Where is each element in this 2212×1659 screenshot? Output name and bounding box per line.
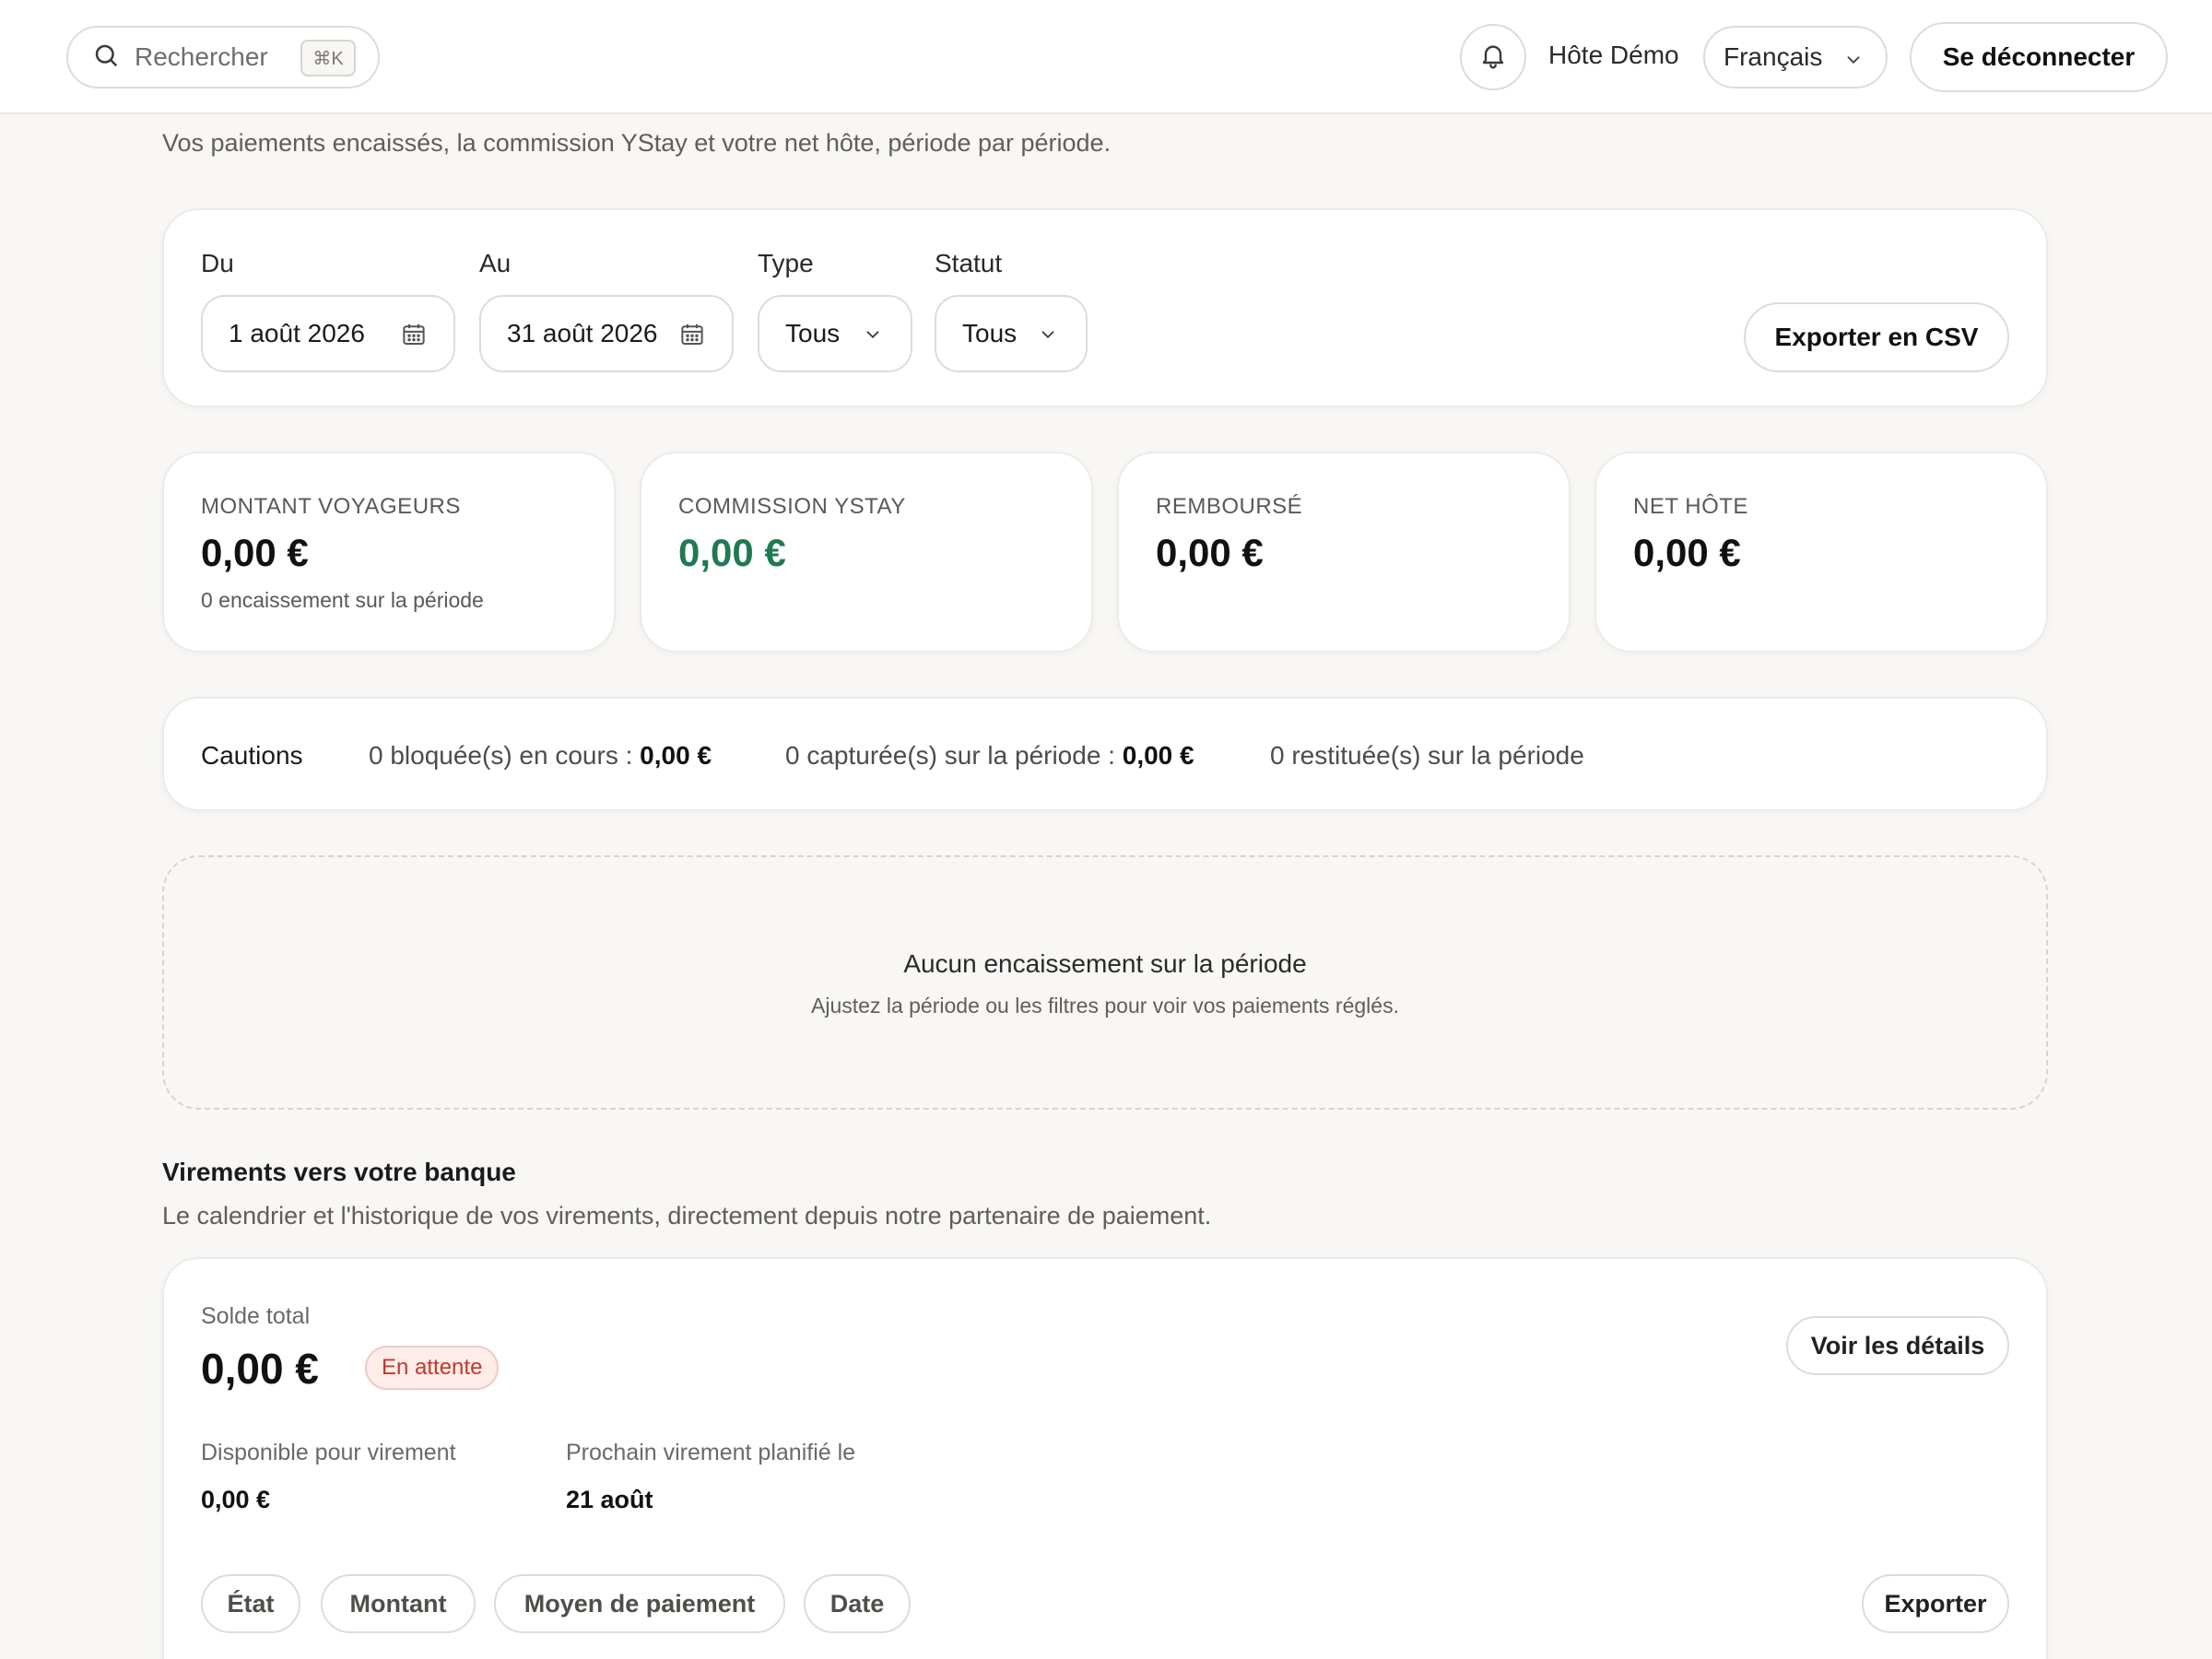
search-shortcut-badge: ⌘K: [300, 40, 356, 76]
balance-label: Solde total: [201, 1303, 311, 1329]
to-label: Au: [479, 249, 512, 277]
stat-card-refunded: REMBOURSÉ 0,00 €: [1117, 452, 1571, 653]
deposits-captured-amount: 0,00 €: [1122, 741, 1194, 770]
payouts-subtitle: Le calendrier et l'historique de vos vir…: [162, 1202, 1212, 1230]
user-name[interactable]: Hôte Démo: [1548, 41, 1679, 70]
payouts-title: Virements vers votre banque: [162, 1158, 516, 1186]
view-details-button[interactable]: Voir les détails: [1786, 1316, 2009, 1375]
type-label: Type: [758, 249, 814, 277]
type-value: Tous: [785, 319, 841, 347]
search-input[interactable]: Rechercher ⌘K: [66, 26, 380, 88]
to-date-value: 31 août 2026: [507, 319, 658, 347]
column-chip-amount[interactable]: Montant: [321, 1574, 476, 1633]
stat-card-guest-amount: MONTANT VOYAGEURS 0,00 € 0 encaissement …: [162, 452, 616, 653]
export-button[interactable]: Exporter: [1862, 1574, 2009, 1633]
available-value: 0,00 €: [201, 1486, 271, 1513]
from-label: Du: [201, 249, 234, 277]
stat-label: NET HÔTE: [1633, 494, 1748, 519]
empty-state-title: Aucun encaissement sur la période: [903, 949, 1307, 978]
top-bar: Rechercher ⌘K Hôte Démo Français Se déco…: [0, 0, 2212, 114]
status-value: Tous: [962, 319, 1018, 347]
logout-button[interactable]: Se déconnecter: [1910, 22, 2168, 92]
deposits-blocked: 0 bloquée(s) en cours : 0,00 €: [369, 741, 712, 771]
status-badge: En attente: [365, 1346, 500, 1390]
bell-icon: [1478, 41, 1508, 75]
column-chip-state[interactable]: État: [201, 1574, 300, 1633]
stat-value: 0,00 €: [201, 531, 309, 574]
payouts-card: Solde total 0,00 € En attente Voir les d…: [162, 1257, 2048, 1659]
page-subtitle: Vos paiements encaissés, la commission Y…: [162, 129, 1112, 157]
from-date-value: 1 août 2026: [229, 319, 365, 347]
search-icon: [92, 41, 120, 74]
stat-label: MONTANT VOYAGEURS: [201, 494, 461, 519]
deposits-returned: 0 restituée(s) sur la période: [1270, 741, 1584, 770]
type-select[interactable]: Tous: [758, 295, 912, 372]
to-date-input[interactable]: 31 août 2026: [479, 295, 734, 372]
status-select[interactable]: Tous: [935, 295, 1088, 372]
search-placeholder: Rechercher: [135, 42, 268, 71]
status-label: Statut: [935, 249, 1003, 277]
next-payout-label: Prochain virement planifié le: [566, 1440, 856, 1465]
deposits-captured-text: 0 capturée(s) sur la période :: [785, 741, 1123, 770]
stat-value: 0,00 €: [678, 531, 786, 574]
stat-value: 0,00 €: [1633, 531, 1741, 574]
notifications-button[interactable]: [1460, 24, 1526, 90]
next-payout-value: 21 août: [566, 1486, 653, 1513]
column-chip-payment-method[interactable]: Moyen de paiement: [494, 1574, 785, 1633]
balance-value: 0,00 €: [201, 1345, 319, 1393]
empty-state: Aucun encaissement sur la période Ajuste…: [162, 855, 2048, 1110]
stat-label: REMBOURSÉ: [1156, 494, 1303, 519]
stat-card-net-host: NET HÔTE 0,00 €: [1594, 452, 2048, 653]
language-select[interactable]: Français: [1703, 26, 1888, 88]
deposits-captured: 0 capturée(s) sur la période : 0,00 €: [785, 741, 1194, 771]
export-csv-button[interactable]: Exporter en CSV: [1744, 302, 2009, 372]
stat-value: 0,00 €: [1156, 531, 1264, 574]
from-date-input[interactable]: 1 août 2026: [201, 295, 455, 372]
stat-card-commission: COMMISSION YSTAY 0,00 €: [640, 452, 1093, 653]
deposits-title: Cautions: [201, 741, 303, 770]
filters-card: Du 1 août 2026 Au 31 août 2026 Type Tous…: [162, 208, 2048, 407]
deposits-card: Cautions 0 bloquée(s) en cours : 0,00 € …: [162, 697, 2048, 811]
empty-state-subtitle: Ajustez la période ou les filtres pour v…: [811, 994, 1399, 1018]
deposits-blocked-amount: 0,00 €: [640, 741, 712, 770]
stat-note: 0 encaissement sur la période: [201, 588, 484, 612]
language-value: Français: [1724, 42, 1823, 71]
stat-label: COMMISSION YSTAY: [678, 494, 906, 519]
available-label: Disponible pour virement: [201, 1440, 456, 1465]
column-chip-date[interactable]: Date: [804, 1574, 911, 1633]
deposits-blocked-text: 0 bloquée(s) en cours :: [369, 741, 641, 770]
